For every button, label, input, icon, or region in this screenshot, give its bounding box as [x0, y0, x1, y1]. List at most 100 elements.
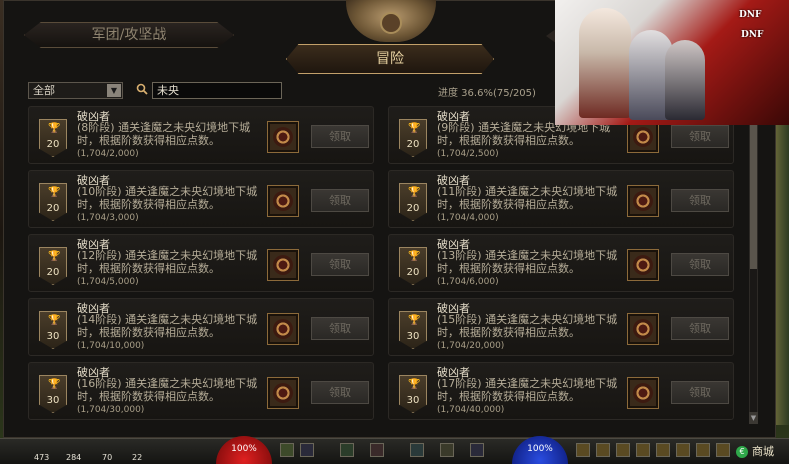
bottom-hud: 473 284 70 22 100% 100% € 商城 [0, 436, 789, 464]
scroll-down-icon[interactable]: ▼ [749, 412, 758, 424]
trophy-icon: 🏆 30 [399, 311, 427, 349]
trophy-icon: 🏆 20 [39, 119, 67, 157]
menu-icon[interactable] [716, 443, 730, 457]
skill-slot-icon[interactable] [440, 443, 454, 457]
reward-box-icon[interactable] [267, 185, 299, 217]
shop-button[interactable]: € 商城 [736, 442, 786, 462]
tab-adventure[interactable]: 冒险 [286, 44, 494, 74]
progress-text: 进度 36.6%(75/205) [438, 88, 536, 99]
achievement-progress: (1,704/3,000) [77, 213, 139, 223]
claim-button[interactable]: 领取 [671, 189, 729, 212]
hud-stat: 284 [66, 453, 82, 462]
mp-orb: 100% [512, 436, 568, 464]
skill-slot-icon[interactable] [410, 443, 424, 457]
claim-button[interactable]: 领取 [671, 253, 729, 276]
promo-banner[interactable]: DNF DNF [555, 0, 789, 125]
reward-box-icon[interactable] [627, 249, 659, 281]
tab-legion-siege[interactable]: 军团/攻坚战 [24, 22, 234, 48]
achievement-progress: (1,704/40,000) [437, 405, 505, 415]
trophy-icon: 🏆 20 [399, 183, 427, 221]
trophy-icon: 🏆 30 [39, 375, 67, 413]
reward-box-icon[interactable] [267, 249, 299, 281]
menu-icon[interactable] [696, 443, 710, 457]
promo-character [665, 40, 705, 120]
trophy-icon: 🏆 30 [399, 375, 427, 413]
hud-stat: 473 [34, 453, 50, 462]
coin-icon: € [736, 446, 748, 458]
reward-box-icon[interactable] [627, 121, 659, 153]
achievement-progress: (1,704/4,000) [437, 213, 499, 223]
claim-button[interactable]: 领取 [311, 317, 369, 340]
achievement-desc: (15阶段) 通关逢魔之未央幻境地下城时，根据阶数获得相应点数。 [437, 313, 618, 339]
achievement-progress: (1,704/2,000) [77, 149, 139, 159]
achievement-card: 🏆 20 破凶者 (12阶段) 通关逢魔之未央幻境地下城时，根据阶数获得相应点数。… [28, 234, 374, 292]
promo-logo: DNF [739, 10, 762, 20]
claim-button[interactable]: 领取 [311, 253, 369, 276]
reward-box-icon[interactable] [267, 121, 299, 153]
skill-slot-icon[interactable] [370, 443, 384, 457]
compass-icon [380, 12, 402, 34]
achievement-card: 🏆 30 破凶者 (17阶段) 通关逢魔之未央幻境地下城时，根据阶数获得相应点数。… [388, 362, 734, 420]
menu-icon[interactable] [596, 443, 610, 457]
reward-box-icon[interactable] [627, 313, 659, 345]
menu-icon[interactable] [576, 443, 590, 457]
achievement-card: 🏆 20 破凶者 (8阶段) 通关逢魔之未央幻境地下城时，根据阶数获得相应点数。 … [28, 106, 374, 164]
achievement-card: 🏆 20 破凶者 (10阶段) 通关逢魔之未央幻境地下城时，根据阶数获得相应点数。… [28, 170, 374, 228]
achievement-progress: (1,704/2,500) [437, 149, 499, 159]
menu-icon[interactable] [616, 443, 630, 457]
achievement-desc: (13阶段) 通关逢魔之未央幻境地下城时，根据阶数获得相应点数。 [437, 249, 618, 275]
hp-orb: 100% [216, 436, 272, 464]
trophy-icon: 🏆 20 [399, 247, 427, 285]
achievement-desc: (16阶段) 通关逢魔之未央幻境地下城时，根据阶数获得相应点数。 [77, 377, 258, 403]
chevron-down-icon[interactable]: ▼ [107, 84, 121, 97]
trophy-icon: 🏆 20 [39, 247, 67, 285]
skill-slot-icon[interactable] [470, 443, 484, 457]
search-icon [136, 83, 148, 95]
hud-stat: 22 [132, 453, 143, 462]
achievement-progress: (1,704/20,000) [437, 341, 505, 351]
category-select-value: 全部 [33, 84, 55, 97]
reward-box-icon[interactable] [267, 377, 299, 409]
achievement-progress: (1,704/10,000) [77, 341, 145, 351]
achievement-progress: (1,704/6,000) [437, 277, 499, 287]
claim-button[interactable]: 领取 [671, 317, 729, 340]
achievement-desc: (8阶段) 通关逢魔之未央幻境地下城时，根据阶数获得相应点数。 [77, 121, 251, 147]
trophy-icon: 🏆 20 [399, 119, 427, 157]
promo-logo: DNF [741, 30, 764, 40]
claim-button[interactable]: 领取 [311, 125, 369, 148]
achievement-progress: (1,704/30,000) [77, 405, 145, 415]
list-scrollbar[interactable] [749, 106, 758, 424]
claim-button[interactable]: 领取 [671, 125, 729, 148]
achievement-card: 🏆 20 破凶者 (11阶段) 通关逢魔之未央幻境地下城时，根据阶数获得相应点数。… [388, 170, 734, 228]
reward-box-icon[interactable] [627, 185, 659, 217]
menu-icon[interactable] [656, 443, 670, 457]
claim-button[interactable]: 领取 [311, 381, 369, 404]
achievement-progress: (1,704/5,000) [77, 277, 139, 287]
achievement-card: 🏆 30 破凶者 (15阶段) 通关逢魔之未央幻境地下城时，根据阶数获得相应点数。… [388, 298, 734, 356]
claim-button[interactable]: 领取 [311, 189, 369, 212]
achievement-card: 🏆 30 破凶者 (14阶段) 通关逢魔之未央幻境地下城时，根据阶数获得相应点数。… [28, 298, 374, 356]
trophy-icon: 🏆 20 [39, 183, 67, 221]
achievement-card: 🏆 20 破凶者 (13阶段) 通关逢魔之未央幻境地下城时，根据阶数获得相应点数。… [388, 234, 734, 292]
scrollbar-thumb[interactable] [750, 119, 757, 269]
achievement-desc: (17阶段) 通关逢魔之未央幻境地下城时，根据阶数获得相应点数。 [437, 377, 618, 403]
skill-slot-icon[interactable] [300, 443, 314, 457]
reward-box-icon[interactable] [267, 313, 299, 345]
achievement-card: 🏆 30 破凶者 (16阶段) 通关逢魔之未央幻境地下城时，根据阶数获得相应点数。… [28, 362, 374, 420]
trophy-icon: 🏆 30 [39, 311, 67, 349]
search-input[interactable]: 未央 [152, 82, 282, 99]
claim-button[interactable]: 领取 [671, 381, 729, 404]
achievement-desc: (12阶段) 通关逢魔之未央幻境地下城时，根据阶数获得相应点数。 [77, 249, 258, 275]
category-select[interactable]: 全部 ▼ [28, 82, 123, 99]
promo-character [579, 8, 631, 118]
reward-box-icon[interactable] [627, 377, 659, 409]
shop-label: 商城 [752, 445, 774, 458]
skill-slot-icon[interactable] [340, 443, 354, 457]
achievement-desc: (14阶段) 通关逢魔之未央幻境地下城时，根据阶数获得相应点数。 [77, 313, 258, 339]
achievement-desc: (11阶段) 通关逢魔之未央幻境地下城时，根据阶数获得相应点数。 [437, 185, 618, 211]
hud-stat: 70 [102, 453, 113, 462]
achievement-desc: (10阶段) 通关逢魔之未央幻境地下城时，根据阶数获得相应点数。 [77, 185, 258, 211]
menu-icon[interactable] [636, 443, 650, 457]
menu-icon[interactable] [676, 443, 690, 457]
skill-slot-icon[interactable] [280, 443, 294, 457]
